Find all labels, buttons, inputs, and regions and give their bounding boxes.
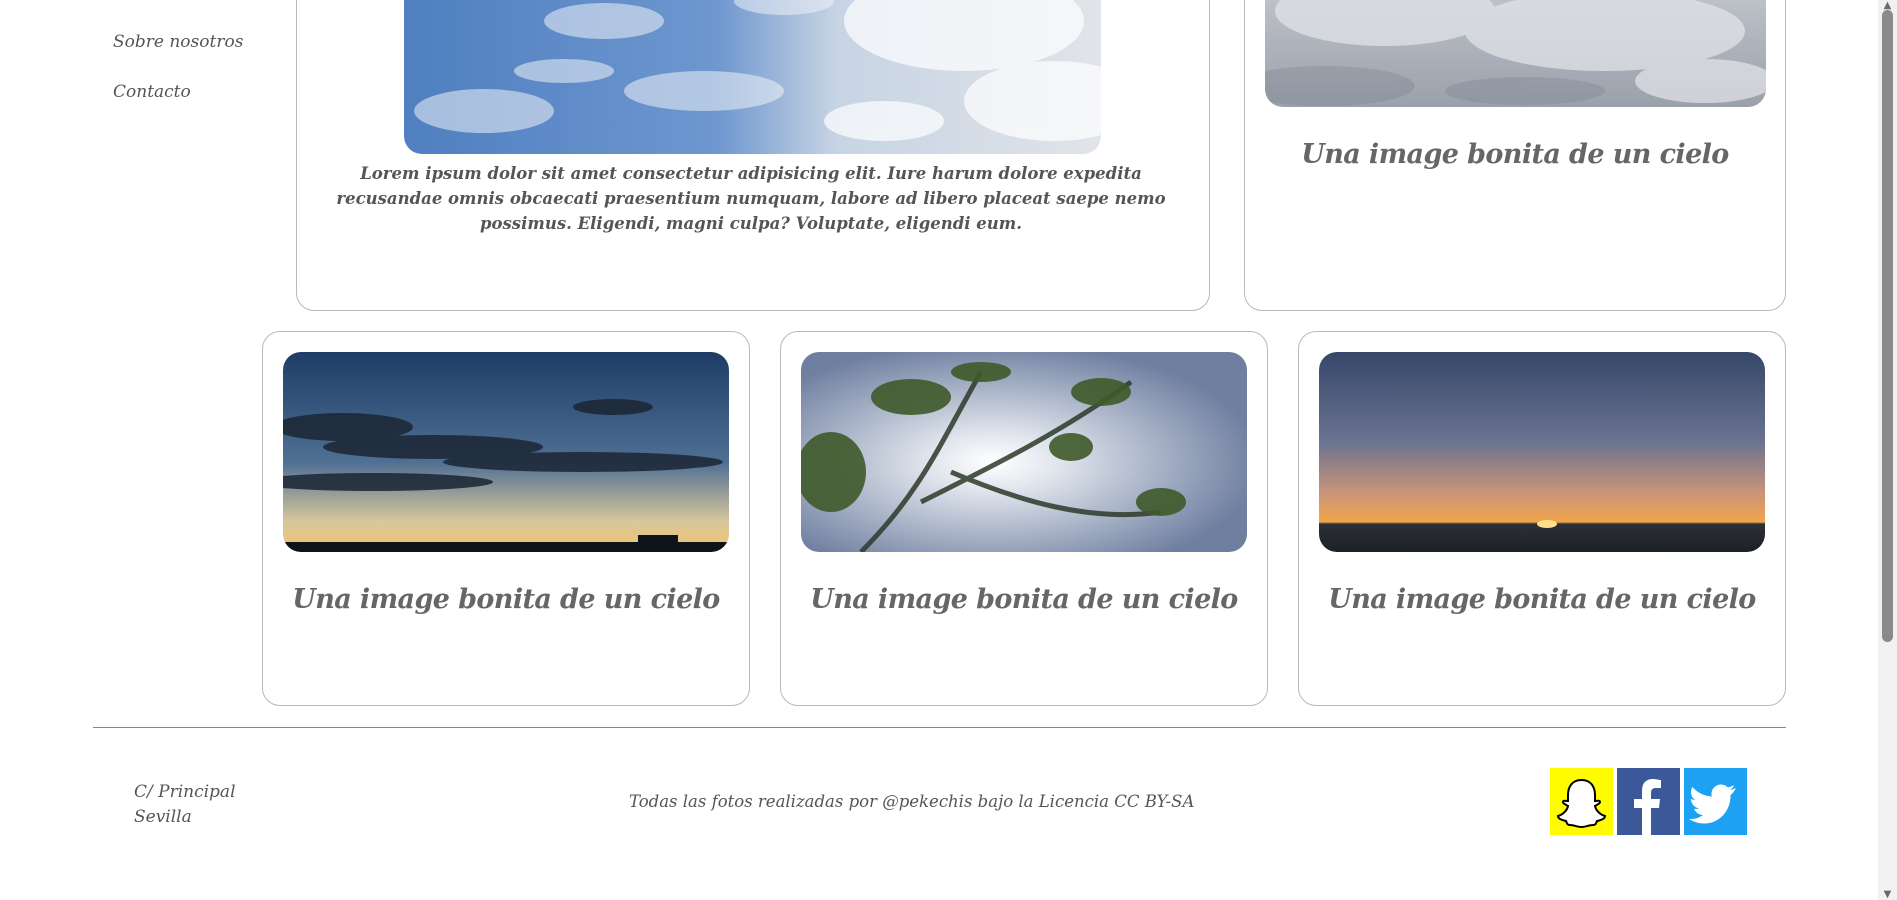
card-image (801, 352, 1247, 552)
address-line: Sevilla (134, 807, 192, 827)
card-title: Una image bonita de un cielo (292, 584, 720, 615)
scrollbar[interactable]: ▲ ▼ (1878, 0, 1897, 900)
scrollbar-thumb[interactable] (1882, 10, 1893, 642)
sidebar-item-sobre-nosotros[interactable]: Sobre nosotros (113, 32, 243, 52)
card-image (1265, 0, 1766, 107)
card-title: Una image bonita de un cielo (1328, 584, 1756, 615)
twitter-icon[interactable] (1684, 768, 1747, 835)
grid-card-1: Una image bonita de un cielo (262, 331, 750, 706)
card-image (283, 352, 729, 552)
top-right-card: Una image bonita de un cielo (1244, 0, 1786, 311)
sidebar-item-contacto[interactable]: Contacto (113, 82, 191, 102)
footer-address: C/ Principal Sevilla (134, 780, 236, 830)
featured-card: Lorem ipsum dolor sit amet consectetur a… (296, 0, 1210, 311)
card-title: Una image bonita de un cielo (810, 584, 1238, 615)
card-description: Lorem ipsum dolor sit amet consectetur a… (336, 164, 1166, 233)
card-title: Una image bonita de un cielo (1301, 139, 1729, 170)
card-image (1319, 352, 1765, 552)
facebook-icon[interactable] (1617, 768, 1680, 835)
footer-credits: Todas las fotos realizadas por @pekechis… (629, 792, 1195, 811)
grid-card-3: Una image bonita de un cielo (1298, 331, 1786, 706)
scroll-down-arrow-icon[interactable]: ▼ (1882, 889, 1893, 900)
card-image (404, 0, 1101, 154)
snapchat-icon[interactable] (1550, 768, 1613, 835)
grid-card-2: Una image bonita de un cielo (780, 331, 1268, 706)
footer-divider (93, 727, 1786, 728)
address-line: C/ Principal (134, 782, 236, 802)
